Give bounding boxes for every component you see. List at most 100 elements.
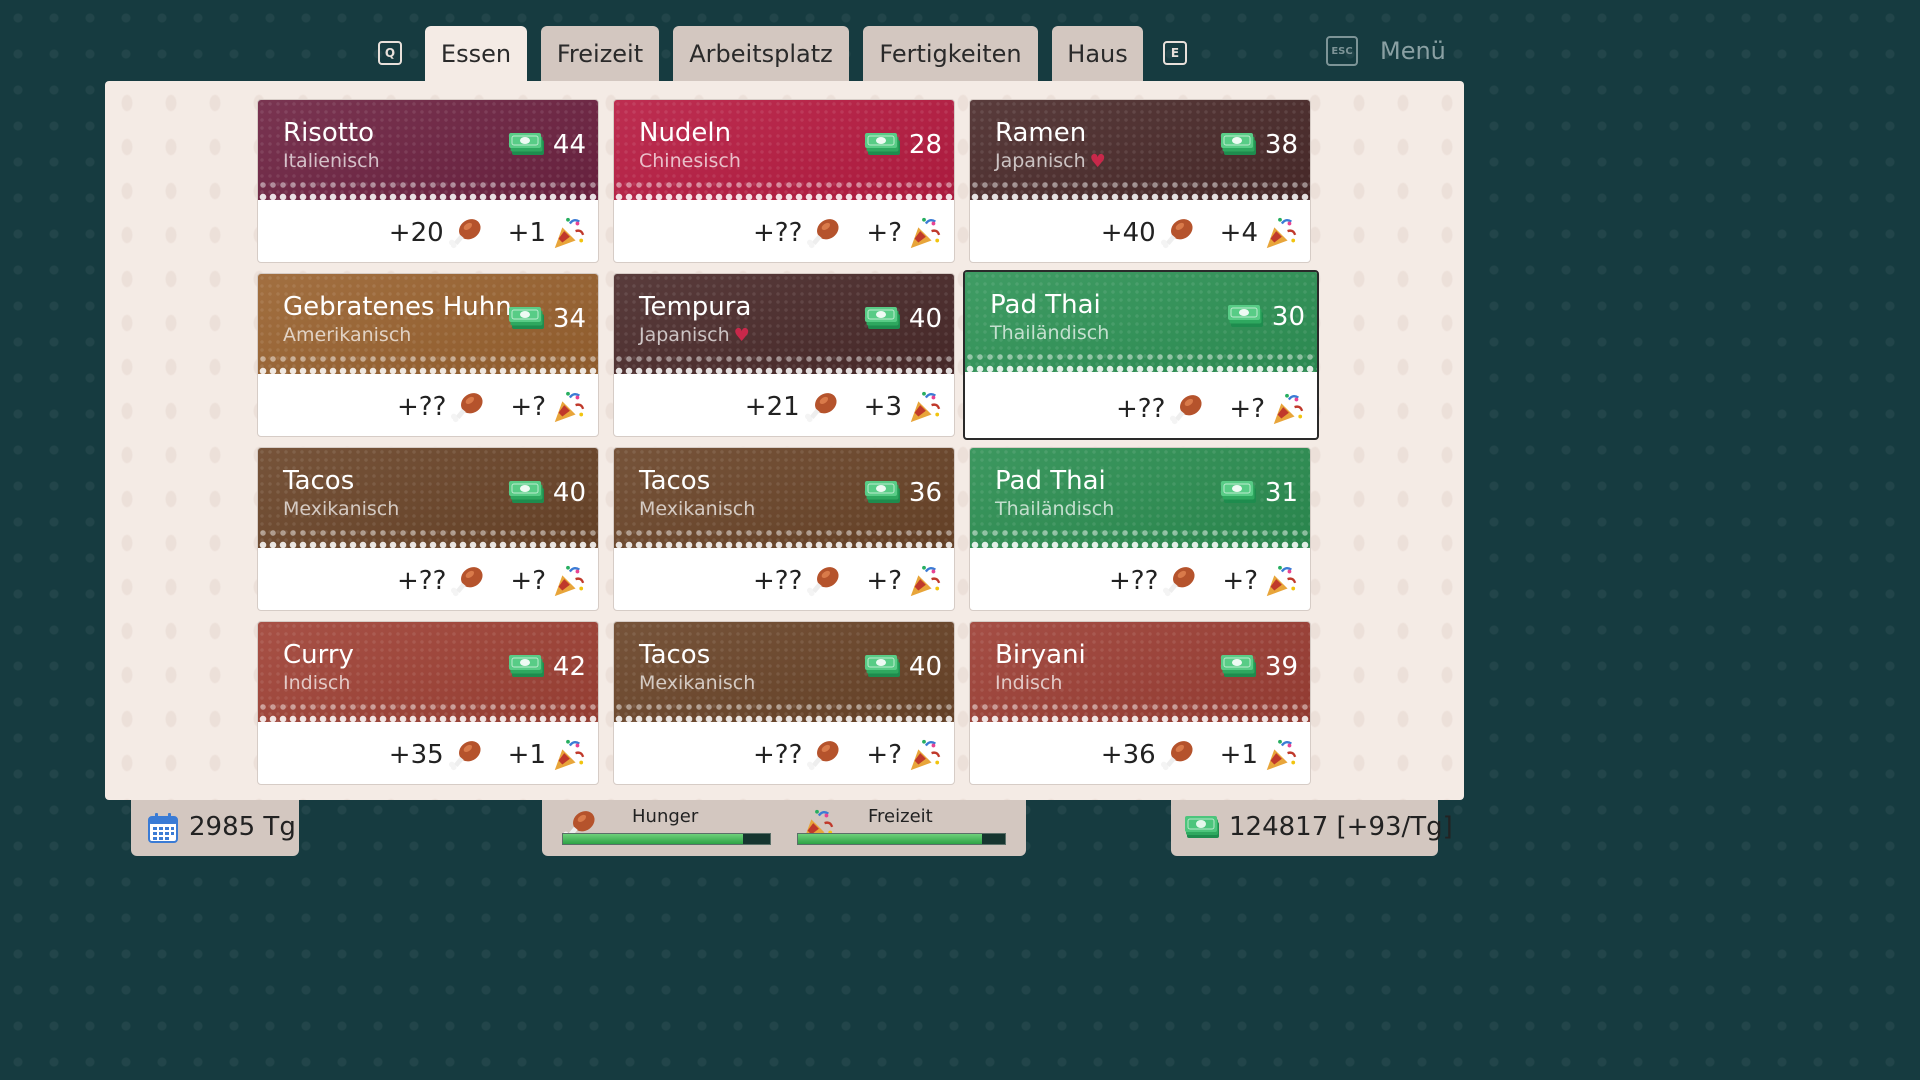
party-popper-icon — [554, 739, 585, 771]
dish-name: Tacos — [283, 466, 355, 496]
fun-gain-value: +? — [510, 392, 546, 422]
party-popper-icon — [1266, 565, 1297, 597]
money-counter: 124817 [+93/Tg] — [1171, 800, 1453, 856]
price: 42 — [508, 652, 586, 682]
hunger-gain: +?? — [397, 390, 486, 424]
fun-gain: +? — [866, 216, 942, 250]
hunger-gain: +?? — [1109, 564, 1198, 598]
cuisine-label: Mexikanisch — [639, 498, 755, 520]
hunger-gain: +?? — [753, 564, 842, 598]
hunger-bar-fill — [563, 834, 744, 844]
food-card[interactable]: Biryani Indisch 39 +36 +1 — [969, 621, 1311, 785]
cuisine-label: Thailändisch — [995, 498, 1114, 520]
price-value: 38 — [1264, 130, 1298, 160]
money-icon — [864, 133, 900, 155]
hunger-gain: +20 — [389, 216, 484, 250]
fun-gain: +1 — [508, 738, 586, 772]
price-value: 39 — [1264, 652, 1298, 682]
drumstick-icon — [1160, 741, 1193, 771]
card-stats: +?? +? — [373, 390, 586, 424]
calendar-icon — [148, 813, 178, 843]
card-stats: +20 +1 — [365, 216, 586, 250]
cuisine-label: Mexikanisch — [283, 498, 399, 520]
hunger-gain: +40 — [1101, 216, 1196, 250]
fun-gain: +? — [510, 564, 586, 598]
party-popper-icon — [554, 565, 585, 597]
hunger-gain-value: +21 — [744, 392, 800, 422]
cuisine-label: Indisch — [283, 672, 350, 694]
food-card[interactable]: Risotto Italienisch 44 +20 +1 — [257, 99, 599, 263]
cuisine-text: Indisch — [283, 672, 351, 694]
price: 40 — [864, 304, 942, 334]
food-card[interactable]: Curry Indisch 42 +35 +1 — [257, 621, 599, 785]
money-icon — [508, 307, 544, 329]
day-counter: 2985 Tg — [131, 800, 299, 856]
hunger-gain: +?? — [753, 216, 842, 250]
next-tab-key-hint[interactable]: E — [1163, 41, 1187, 65]
dish-name: Pad Thai — [990, 290, 1101, 320]
food-card[interactable]: Tacos Mexikanisch 40 +?? +? — [257, 447, 599, 611]
fun-gain-value: +? — [1222, 566, 1258, 596]
price-value: 34 — [552, 304, 586, 334]
card-stats: +35 +1 — [365, 738, 586, 772]
hunger-gain: +35 — [389, 738, 484, 772]
dish-name: Gebratenes Huhn — [283, 292, 512, 322]
fun-gain: +? — [866, 564, 942, 598]
food-card[interactable]: Pad Thai Thailändisch 31 +?? +? — [969, 447, 1311, 611]
price-value: 31 — [1264, 478, 1298, 508]
food-card[interactable]: Tacos Mexikanisch 36 +?? +? — [613, 447, 955, 611]
cuisine-label: Chinesisch — [639, 150, 741, 172]
food-card[interactable]: Gebratenes Huhn Amerikanisch 34 +?? +? — [257, 273, 599, 437]
menu-button[interactable]: Menü — [1380, 36, 1446, 66]
hunger-gain: +?? — [397, 564, 486, 598]
needs-panel: Hunger Freizeit — [542, 800, 1026, 856]
hunger-gain-value: +?? — [1116, 394, 1166, 424]
party-popper-icon — [1266, 739, 1297, 771]
food-card[interactable]: Ramen Japanisch ♥ 38 +40 +4 — [969, 99, 1311, 263]
tab-fertigkeiten[interactable]: Fertigkeiten — [863, 26, 1038, 82]
fun-gain: +3 — [864, 390, 942, 424]
fun-gain-value: +1 — [1219, 740, 1258, 770]
food-card[interactable]: Pad Thai Thailändisch 30 +?? +? — [963, 270, 1319, 440]
cuisine-text: Amerikanisch — [283, 324, 412, 346]
party-popper-icon — [910, 739, 941, 771]
cuisine-text: Mexikanisch — [639, 498, 756, 520]
drumstick-icon — [448, 219, 481, 249]
tab-haus[interactable]: Haus — [1052, 26, 1143, 82]
prev-tab-key-hint[interactable]: Q — [378, 41, 402, 65]
hunger-gain: +?? — [753, 738, 842, 772]
price-value: 28 — [908, 130, 942, 160]
price-value: 42 — [552, 652, 586, 682]
dish-name: Tacos — [639, 466, 711, 496]
esc-key-hint[interactable]: ESC — [1326, 36, 1358, 66]
card-stats: +?? +? — [373, 564, 586, 598]
food-card[interactable]: Nudeln Chinesisch 28 +?? +? — [613, 99, 955, 263]
fun-gain-value: +? — [866, 740, 902, 770]
card-stats: +?? +? — [1085, 564, 1298, 598]
fun-gain-value: +4 — [1219, 218, 1258, 248]
tab-freizeit[interactable]: Freizeit — [541, 26, 659, 82]
money-icon — [1185, 816, 1219, 838]
party-popper-icon — [910, 217, 941, 249]
money-icon — [864, 307, 900, 329]
price: 44 — [508, 130, 586, 160]
drumstick-icon — [1160, 219, 1193, 249]
drumstick-icon — [807, 741, 839, 771]
fun-gain: +? — [866, 738, 942, 772]
day-count: 2985 Tg — [189, 812, 296, 842]
food-card[interactable]: Tacos Mexikanisch 40 +?? +? — [613, 621, 955, 785]
drumstick-icon — [1163, 567, 1195, 597]
hunger-gain-value: +?? — [397, 566, 447, 596]
card-stats: +21 +3 — [721, 390, 942, 424]
cuisine-text: Thailändisch — [995, 498, 1115, 520]
tab-arbeitsplatz[interactable]: Arbeitsplatz — [673, 26, 849, 82]
price: 31 — [1220, 478, 1298, 508]
hunger-gain-value: +40 — [1100, 218, 1156, 248]
food-card[interactable]: Tempura Japanisch ♥ 40 +21 +3 — [613, 273, 955, 437]
drumstick-icon — [807, 219, 839, 249]
card-stats: +?? +? — [729, 216, 942, 250]
tab-essen[interactable]: Essen — [425, 26, 527, 82]
price-value: 40 — [908, 652, 942, 682]
party-popper-icon — [1266, 217, 1297, 249]
money-icon — [864, 655, 900, 677]
